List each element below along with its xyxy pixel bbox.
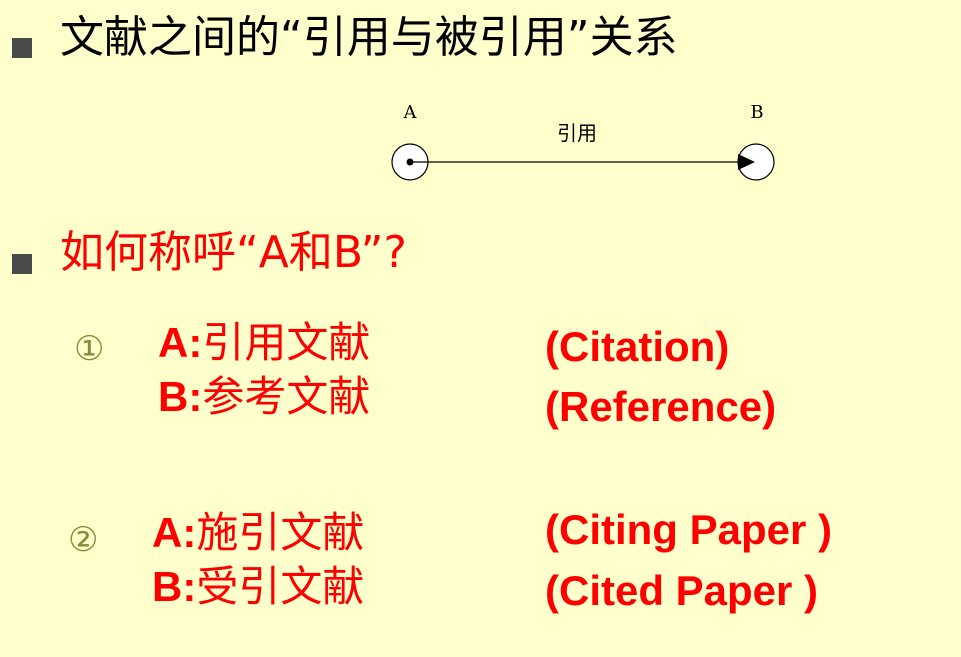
item-1-b-en: (Reference) <box>545 383 777 430</box>
node-b-label: B <box>750 102 763 123</box>
item-1-b-cn: 参考文献 <box>202 373 371 420</box>
item-marker: ① <box>74 329 105 369</box>
node-a-label: A <box>403 102 418 123</box>
bullet-square-icon <box>12 254 32 274</box>
page-title: 文献之间的“引用与被引用”关系 <box>60 12 678 63</box>
citation-diagram: A B 引用 <box>391 102 775 181</box>
item-1-a-cn: 引用文献 <box>202 319 371 366</box>
item-1-b-label: B:参考文献 <box>158 372 370 422</box>
question-heading: 如何称呼“A和B”? <box>60 227 407 278</box>
item-1-b-letter: B: <box>158 373 203 420</box>
item-2-a-label: A:施引文献 <box>152 508 364 558</box>
item-1-a-label: A:引用文献 <box>158 318 370 368</box>
item-2-a-en: (Citing Paper ) <box>545 506 833 553</box>
item-2-b-label: B:受引文献 <box>152 562 364 612</box>
item-2-b-en: (Cited Paper ) <box>545 567 819 614</box>
bullet-square-icon <box>12 38 32 58</box>
item-marker: ② <box>68 520 99 560</box>
item-2-b-cn: 受引文献 <box>196 563 365 610</box>
item-2-a-letter: A: <box>152 509 197 556</box>
item-1-a-en: (Citation) <box>545 323 730 370</box>
edge-label: 引用 <box>557 121 597 145</box>
item-2-a-cn: 施引文献 <box>196 509 365 556</box>
item-2-b-letter: B: <box>152 563 197 610</box>
item-1-a-letter: A: <box>158 319 203 366</box>
